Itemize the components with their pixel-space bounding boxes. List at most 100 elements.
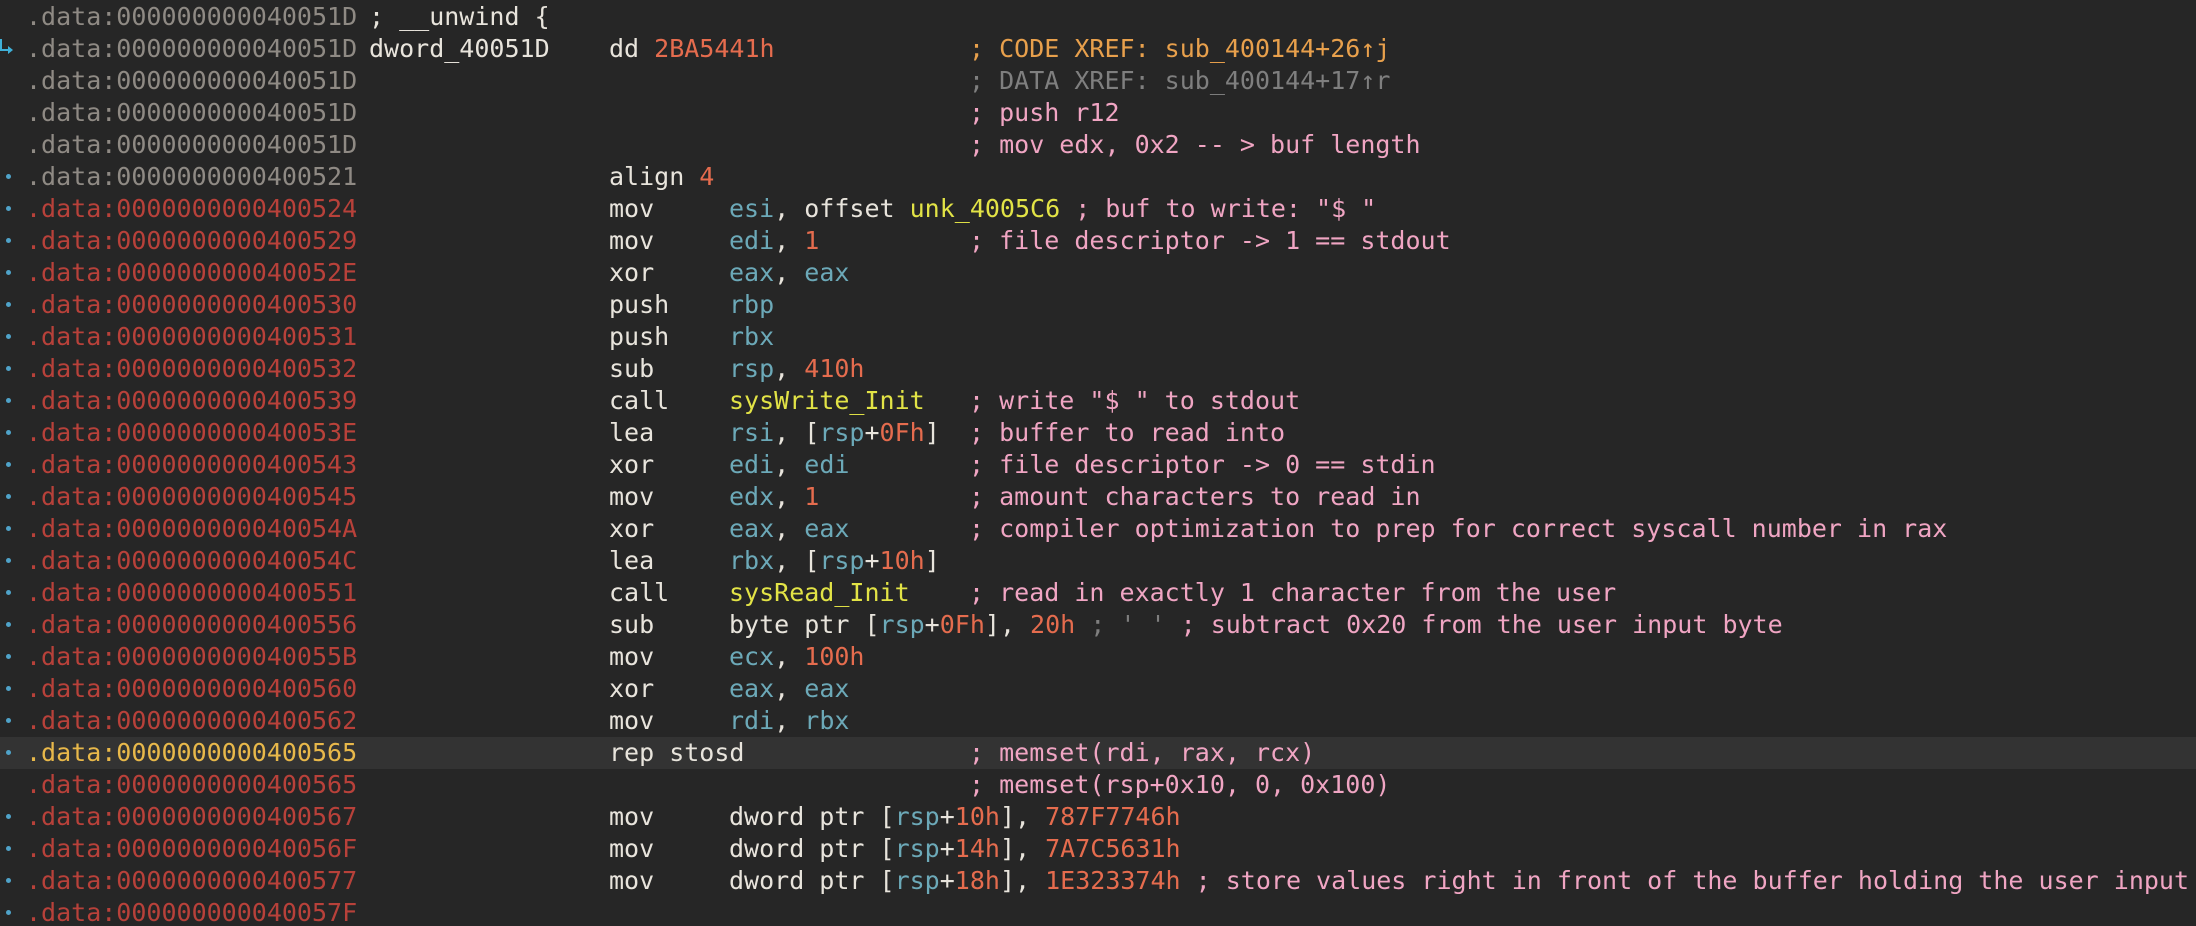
listing-line[interactable]: .data:000000000040052E xor eax, eax [0, 257, 2196, 289]
listing-line[interactable]: .data:0000000000400524 mov esi, offset unk… [0, 193, 2196, 225]
breakpoint-dot-icon[interactable] [6, 174, 11, 179]
line-address[interactable]: .data:0000000000400529 [26, 225, 357, 257]
listing-line[interactable]: .data:000000000040051D ; push r12 [0, 97, 2196, 129]
breakpoint-dot-icon[interactable] [6, 430, 11, 435]
operand-token: rbx [729, 322, 775, 351]
instruction-operands: dword ptr [rsp+10h], 787F7746h [729, 801, 1181, 833]
breakpoint-dot-icon[interactable] [6, 270, 11, 275]
breakpoint-dot-icon[interactable] [6, 206, 11, 211]
line-address[interactable]: .data:0000000000400556 [26, 609, 357, 641]
line-address[interactable]: .data:0000000000400565 [26, 737, 357, 769]
listing-line[interactable]: .data:0000000000400530 push rbp [0, 289, 2196, 321]
instruction-mnemonic: lea [609, 546, 655, 575]
listing-line[interactable]: .data:0000000000400551 call sysRead_Init ; … [0, 577, 2196, 609]
line-address[interactable]: .data:000000000040057F [26, 897, 357, 926]
instruction-mnemonic: call [609, 386, 670, 415]
line-address[interactable]: .data:0000000000400551 [26, 577, 357, 609]
breakpoint-dot-icon[interactable] [6, 590, 11, 595]
listing-line[interactable]: .data:0000000000400560 xor eax, eax [0, 673, 2196, 705]
listing-line[interactable]: .data:000000000040054A xor eax, eax ; compi… [0, 513, 2196, 545]
line-address[interactable]: .data:000000000040056F [26, 833, 357, 865]
line-address[interactable]: .data:0000000000400531 [26, 321, 357, 353]
line-address[interactable]: .data:000000000040054A [26, 513, 357, 545]
listing-line[interactable]: .data:0000000000400543 xor edi, edi ; file … [0, 449, 2196, 481]
operand-token: rsp [894, 802, 940, 831]
listing-line[interactable]: .data:0000000000400531 push rbx [0, 321, 2196, 353]
line-address[interactable]: .data:0000000000400521 [26, 161, 357, 193]
line-comment: ; __unwind { [369, 2, 550, 31]
instruction-mnemonic: xor [609, 258, 655, 287]
breakpoint-dot-icon[interactable] [6, 622, 11, 627]
listing-line[interactable]: .data:0000000000400565 ; memset(rsp+0x10,… [0, 769, 2196, 801]
breakpoint-dot-icon[interactable] [6, 814, 11, 819]
listing-line[interactable]: .data:0000000000400545 mov edx, 1 ; amount … [0, 481, 2196, 513]
line-address[interactable]: .data:0000000000400530 [26, 289, 357, 321]
breakpoint-dot-icon[interactable] [6, 462, 11, 467]
breakpoint-dot-icon[interactable] [6, 718, 11, 723]
listing-line[interactable]: .data:000000000040051D ; __unwind { [0, 1, 2196, 33]
breakpoint-dot-icon[interactable] [6, 334, 11, 339]
listing-line[interactable]: .data:0000000000400567 mov dword ptr [rsp+… [0, 801, 2196, 833]
listing-line[interactable]: .data:0000000000400532 sub rsp, 410h [0, 353, 2196, 385]
line-address[interactable]: .data:000000000040051D [26, 33, 357, 65]
operand-token: eax [729, 258, 775, 287]
breakpoint-dot-icon[interactable] [6, 526, 11, 531]
operand-token: , [774, 674, 805, 703]
line-address[interactable]: .data:000000000040054C [26, 545, 357, 577]
breakpoint-dot-icon[interactable] [6, 910, 11, 915]
listing-line[interactable]: .data:0000000000400529 mov edi, 1 ; file de… [0, 225, 2196, 257]
line-address[interactable]: .data:0000000000400577 [26, 865, 357, 897]
operand-token: ], [999, 834, 1046, 863]
line-address[interactable]: .data:000000000040051D [26, 129, 357, 161]
operand-token: rsi [729, 418, 775, 447]
breakpoint-dot-icon[interactable] [6, 654, 11, 659]
instruction-mnemonic: call [609, 578, 670, 607]
listing-line[interactable]: .data:000000000040057F [0, 897, 2196, 926]
line-address[interactable]: .data:0000000000400543 [26, 449, 357, 481]
listing-line[interactable]: .data:0000000000400577 mov dword ptr [rsp+… [0, 865, 2196, 897]
breakpoint-dot-icon[interactable] [6, 366, 11, 371]
listing-line[interactable]: .data:0000000000400521 align 4 [0, 161, 2196, 193]
breakpoint-dot-icon[interactable] [6, 398, 11, 403]
line-address[interactable]: .data:000000000040051D [26, 97, 357, 129]
listing-line[interactable]: .data:000000000040056F mov dword ptr [rsp+… [0, 833, 2196, 865]
line-comment: ; buffer to read into [969, 418, 1286, 447]
line-address[interactable]: .data:0000000000400545 [26, 481, 357, 513]
breakpoint-dot-icon[interactable] [6, 750, 11, 755]
operand-token [1181, 866, 1196, 895]
breakpoint-dot-icon[interactable] [6, 494, 11, 499]
breakpoint-dot-icon[interactable] [6, 686, 11, 691]
listing-line[interactable]: .data:000000000040051D dword_40051D dd 2BA5… [0, 33, 2196, 65]
listing-line[interactable]: .data:000000000040051D ; DATA XREF: sub_4… [0, 65, 2196, 97]
breakpoint-dot-icon[interactable] [6, 846, 11, 851]
line-comment: ; compiler optimization to prep for corr… [969, 514, 1948, 543]
breakpoint-dot-icon[interactable] [6, 302, 11, 307]
line-address[interactable]: .data:0000000000400567 [26, 801, 357, 833]
listing-line[interactable]: .data:000000000040054C lea rbx, [rsp+10h] [0, 545, 2196, 577]
listing-line[interactable]: .data:0000000000400565 rep stosd ; memset(… [0, 737, 2196, 769]
listing-line[interactable]: .data:0000000000400556 sub byte ptr [rsp+0… [0, 609, 2196, 641]
instruction-mnemonic: mov [609, 226, 655, 255]
line-address[interactable]: .data:0000000000400565 [26, 769, 357, 801]
listing-line[interactable]: .data:000000000040051D ; mov edx, 0x2 -- … [0, 129, 2196, 161]
line-address[interactable]: .data:000000000040053E [26, 417, 357, 449]
line-address[interactable]: .data:0000000000400560 [26, 673, 357, 705]
line-address[interactable]: .data:000000000040051D [26, 65, 357, 97]
listing-line[interactable]: .data:0000000000400562 mov rdi, rbx [0, 705, 2196, 737]
operand-token: 0Fh [879, 418, 925, 447]
operand-token: + [864, 546, 880, 575]
breakpoint-dot-icon[interactable] [6, 878, 11, 883]
breakpoint-dot-icon[interactable] [6, 558, 11, 563]
line-address[interactable]: .data:000000000040051D [26, 1, 357, 33]
line-address[interactable]: .data:0000000000400532 [26, 353, 357, 385]
line-address[interactable]: .data:000000000040052E [26, 257, 357, 289]
line-address[interactable]: .data:0000000000400539 [26, 385, 357, 417]
listing-line[interactable]: .data:0000000000400539 call sysWrite_Init;… [0, 385, 2196, 417]
line-address[interactable]: .data:0000000000400524 [26, 193, 357, 225]
breakpoint-dot-icon[interactable] [6, 238, 11, 243]
disassembly-view[interactable]: .data:000000000040051D; __unwind {.data:… [0, 0, 2196, 926]
line-address[interactable]: .data:000000000040055B [26, 641, 357, 673]
listing-line[interactable]: .data:000000000040053E lea rsi, [rsp+0Fh];… [0, 417, 2196, 449]
line-address[interactable]: .data:0000000000400562 [26, 705, 357, 737]
listing-line[interactable]: .data:000000000040055B mov ecx, 100h [0, 641, 2196, 673]
